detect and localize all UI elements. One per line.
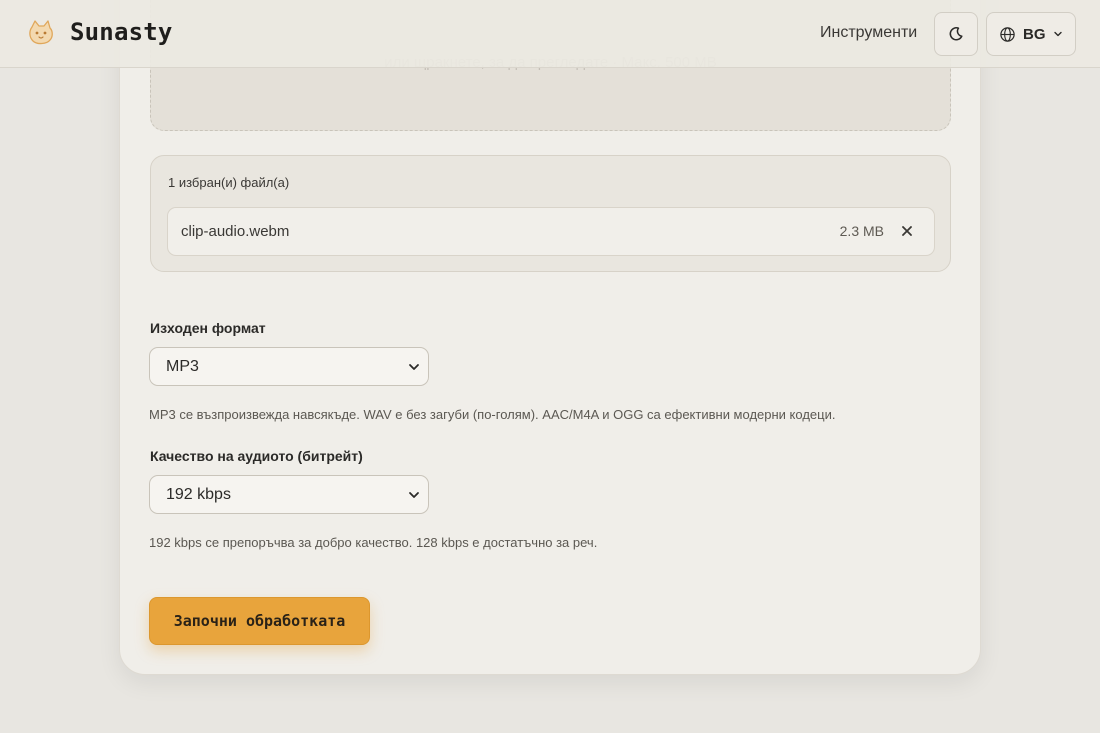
output-format-value: MP3 — [166, 357, 199, 375]
chevron-down-icon — [409, 492, 419, 498]
audio-quality-label: Качество на аудиото (битрейт) — [150, 448, 363, 464]
output-format-label: Изходен формат — [150, 320, 266, 336]
selected-files-count: 1 избран(и) файл(а) — [168, 175, 290, 190]
audio-quality-select[interactable]: 192 kbps — [149, 475, 429, 514]
file-name: clip-audio.webm — [181, 223, 290, 240]
selected-files-panel: 1 избран(и) файл(а) clip-audio.webm 2.3 … — [150, 155, 951, 272]
remove-file-button[interactable] — [896, 220, 918, 242]
audio-quality-value: 192 kbps — [166, 485, 231, 503]
language-select-button[interactable]: BG — [986, 12, 1076, 56]
chevron-down-icon — [409, 364, 419, 370]
globe-icon — [1000, 26, 1015, 42]
chevron-down-icon — [1053, 31, 1062, 37]
audio-quality-hint: 192 kbps се препоръчва за добро качество… — [149, 535, 598, 550]
nav-tools-link[interactable]: Инструменти — [820, 24, 917, 42]
language-label: BG — [1023, 25, 1046, 43]
output-format-select[interactable]: MP3 — [149, 347, 429, 386]
start-processing-button[interactable]: Започни обработката — [149, 597, 370, 645]
theme-toggle-button[interactable] — [934, 12, 978, 56]
brand-name[interactable]: Sunasty — [70, 18, 173, 46]
close-icon — [902, 226, 912, 236]
file-item: clip-audio.webm 2.3 MB — [167, 207, 935, 256]
output-format-hint: MP3 се възпроизвежда навсякъде. WAV е бе… — [149, 407, 836, 422]
cat-logo-icon[interactable] — [26, 18, 56, 48]
file-size: 2.3 MB — [839, 223, 884, 239]
top-header: Sunasty Инструменти BG — [0, 0, 1100, 68]
moon-icon — [949, 27, 963, 41]
